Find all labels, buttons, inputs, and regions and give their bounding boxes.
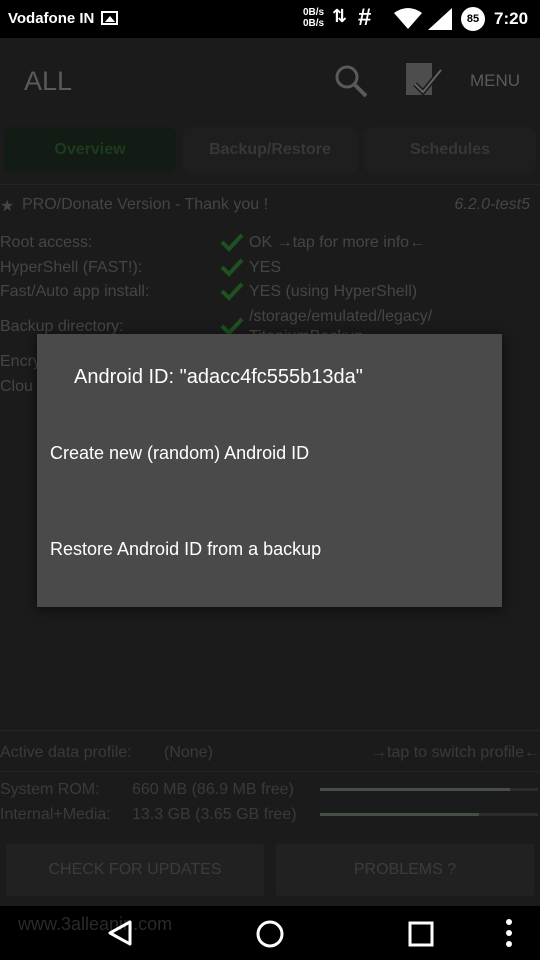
android-id-dialog: Android ID: "adacc4fc555b13da" Create ne… xyxy=(37,334,502,607)
create-random-id-option[interactable]: Create new (random) Android ID xyxy=(37,423,502,483)
clock: 7:20 xyxy=(494,9,529,28)
speed-down: 0B/s xyxy=(303,18,325,29)
status-bar: Vodafone IN 0B/s 0B/s ⇅ # 85 7:20 xyxy=(0,0,540,38)
network-speed: 0B/s 0B/s xyxy=(303,7,324,29)
back-icon[interactable] xyxy=(106,919,134,947)
speed-up: 0B/s xyxy=(303,7,325,18)
signal-icon xyxy=(428,8,452,30)
more-options-icon[interactable] xyxy=(504,918,514,948)
navigation-bar: www.3alleanin.com xyxy=(0,906,540,960)
data-transfer-icon: ⇅ xyxy=(332,6,348,26)
restore-id-option[interactable]: Restore Android ID from a backup xyxy=(37,519,502,579)
recent-apps-icon[interactable] xyxy=(408,921,434,947)
hash-icon: # xyxy=(358,4,372,31)
battery-icon: 85 xyxy=(461,7,485,31)
image-notification-icon xyxy=(101,11,118,25)
dialog-title: Android ID: "adacc4fc555b13da" xyxy=(74,366,363,388)
home-icon[interactable] xyxy=(255,919,285,949)
wifi-icon xyxy=(394,8,422,29)
carrier-name: Vodafone IN xyxy=(8,10,95,27)
watermark: www.3alleanin.com xyxy=(18,914,173,934)
